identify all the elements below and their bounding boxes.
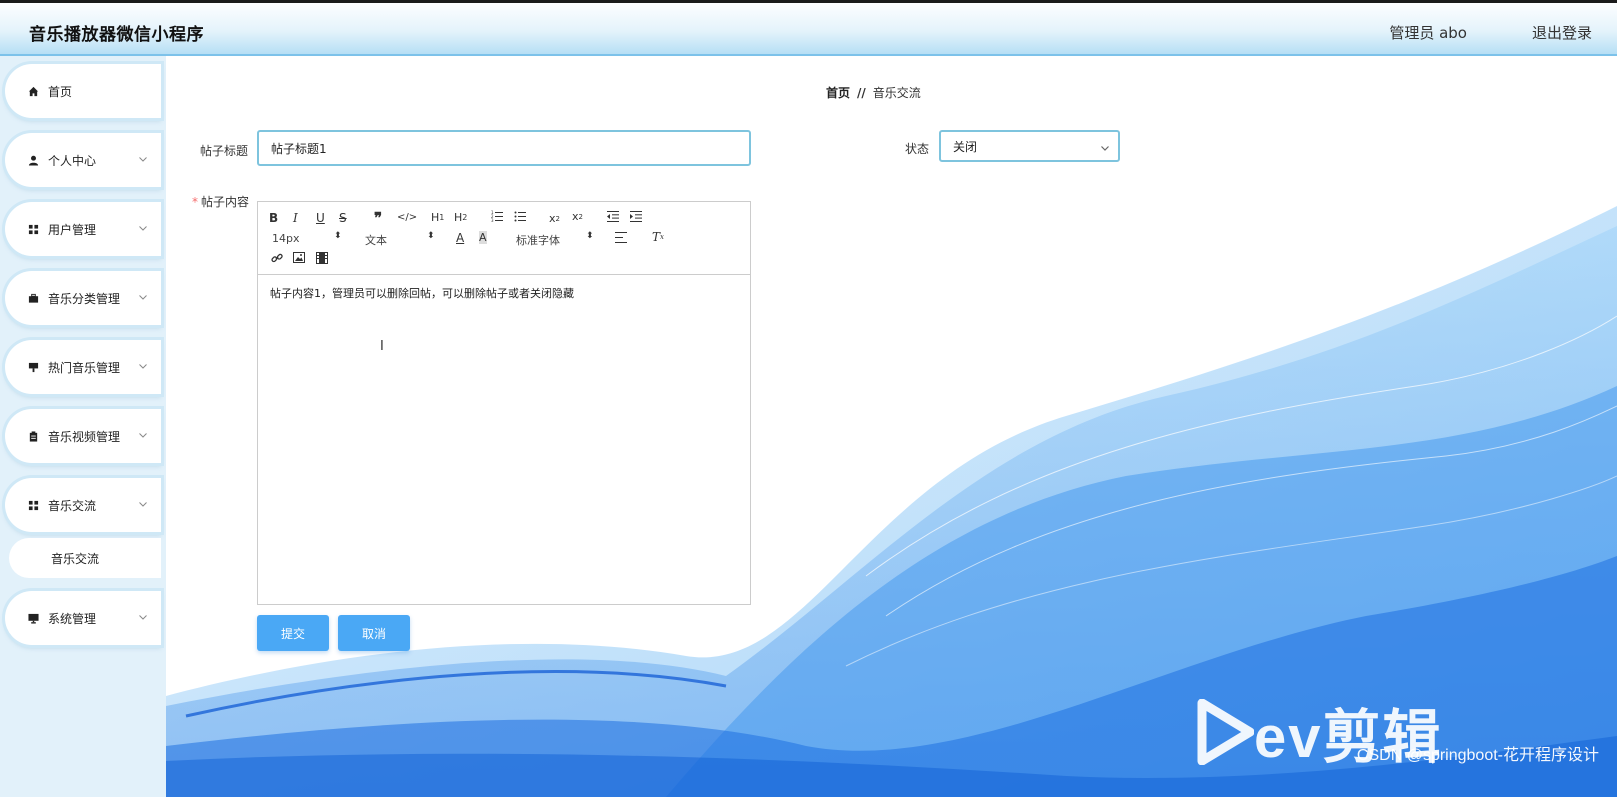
sidebar-item-label: 首页 [48, 84, 73, 99]
image-icon[interactable] [293, 252, 305, 263]
csdn-credit: CSDN @springboot-花开程序设计 [1356, 747, 1599, 764]
sidebar-item-label: 热门音乐管理 [48, 360, 121, 375]
submenu-item-music-exchange[interactable]: 音乐交流 [9, 538, 161, 578]
post-content-text: 帖子内容1，管理员可以删除回帖，可以删除帖子或者关闭隐藏 [270, 287, 574, 300]
text-cursor-icon: I [380, 339, 384, 354]
font-family-value: 标准字体 [516, 234, 560, 247]
sidebar-item-music-video[interactable]: 音乐视频管理 [5, 409, 161, 463]
status-select-value: 关闭 [953, 139, 978, 154]
home-icon [27, 85, 39, 97]
sidebar-item-home[interactable]: 首页 [5, 64, 161, 118]
outdent-icon[interactable] [607, 211, 619, 222]
text-color-icon[interactable]: A [456, 231, 464, 245]
ordered-list-icon[interactable]: 123 [491, 210, 503, 222]
post-content-label-text: 帖子内容 [201, 195, 250, 209]
grid-icon [27, 499, 39, 511]
clipboard-icon [27, 430, 39, 442]
svg-text:3: 3 [491, 218, 494, 222]
breadcrumb-home[interactable]: 首页 [826, 86, 850, 100]
breadcrumb: 首页 // 音乐交流 [826, 84, 921, 101]
background-color-icon[interactable]: A [479, 231, 487, 244]
chevron-down-icon [139, 364, 147, 369]
video-icon[interactable] [316, 252, 328, 264]
sidebar-item-label: 用户管理 [48, 222, 97, 237]
underline-icon[interactable]: U [316, 211, 325, 225]
chevron-down-icon [139, 502, 147, 507]
chevron-down-icon [139, 615, 147, 620]
status-label: 状态 [905, 142, 930, 156]
status-select[interactable]: 关闭 [939, 130, 1120, 162]
post-title-input[interactable]: 帖子标题1 [257, 130, 751, 166]
rich-text-editor: B I U S ❞ </> H1 H2 123 x2 x2 14px ⬍ 文本 ⬍ [257, 201, 751, 605]
align-icon[interactable] [615, 232, 627, 243]
post-title-label: 帖子标题 [200, 144, 249, 158]
chevron-down-icon [139, 433, 147, 438]
bold-icon[interactable]: B [269, 211, 278, 225]
font-size-select[interactable]: 14px ⬍ [272, 231, 342, 245]
sidebar-item-system-management[interactable]: 系统管理 [5, 591, 161, 645]
breadcrumb-current: 音乐交流 [872, 86, 921, 100]
flag-icon [27, 361, 39, 373]
sidebar-item-label: 个人中心 [48, 153, 97, 168]
chevron-down-icon [139, 295, 147, 300]
top-header: 音乐播放器微信小程序 管理员 abo 退出登录 [0, 0, 1617, 56]
clear-format-icon[interactable]: Tx [652, 230, 664, 244]
italic-icon[interactable]: I [293, 211, 298, 225]
font-size-value: 14px [272, 232, 300, 245]
header-select-value: 文本 [365, 234, 387, 247]
play-logo-icon [1197, 699, 1254, 765]
header-select[interactable]: 文本 ⬍ [365, 231, 435, 248]
blockquote-icon[interactable]: ❞ [374, 209, 382, 227]
superscript-icon[interactable]: x2 [572, 210, 583, 223]
grid-icon [27, 223, 39, 235]
sidebar-item-personal-center[interactable]: 个人中心 [5, 133, 161, 187]
app-title: 音乐播放器微信小程序 [29, 25, 204, 45]
sidebar-item-hot-music[interactable]: 热门音乐管理 [5, 340, 161, 394]
sidebar-item-label: 音乐视频管理 [48, 429, 121, 444]
user-icon [27, 154, 39, 166]
chevron-down-icon [139, 226, 147, 231]
required-star: * [192, 195, 198, 209]
submit-button[interactable]: 提交 [257, 615, 329, 651]
sidebar-item-music-category[interactable]: 音乐分类管理 [5, 271, 161, 325]
logout-link[interactable]: 退出登录 [1532, 22, 1592, 43]
admin-user-label: 管理员 abo [1389, 24, 1467, 42]
strikethrough-icon[interactable]: S [339, 211, 347, 225]
post-title-value: 帖子标题1 [271, 141, 327, 156]
link-icon[interactable] [271, 252, 283, 264]
header2-icon[interactable]: H2 [454, 211, 467, 224]
code-icon[interactable]: </> [397, 212, 417, 223]
sidebar: 首页 个人中心 用户管理 音乐分类管理 热门音乐管理 音乐视频管理 音乐交流 音… [0, 56, 166, 797]
monitor-icon [27, 612, 39, 624]
subscript-icon[interactable]: x2 [549, 212, 560, 225]
sidebar-item-label: 系统管理 [48, 611, 97, 626]
post-content-label: * 帖子内容 [192, 193, 249, 210]
font-family-select[interactable]: 标准字体 ⬍ [516, 231, 594, 248]
chevron-down-icon [1101, 146, 1109, 151]
chevron-down-icon [139, 157, 147, 162]
editor-content-area[interactable]: 帖子内容1，管理员可以删除回帖，可以删除帖子或者关闭隐藏 [258, 275, 750, 311]
sidebar-item-user-management[interactable]: 用户管理 [5, 202, 161, 256]
main-content: 首页 // 音乐交流 帖子标题 帖子标题1 状态 关闭 * 帖子内容 B I U S … [166, 56, 1617, 797]
cancel-button[interactable]: 取消 [338, 615, 410, 651]
breadcrumb-separator: // [857, 86, 866, 100]
sidebar-item-label: 音乐分类管理 [48, 291, 121, 306]
header1-icon[interactable]: H1 [431, 211, 444, 224]
sidebar-item-music-exchange[interactable]: 音乐交流 [5, 478, 161, 532]
indent-icon[interactable] [630, 211, 642, 222]
editor-toolbar: B I U S ❞ </> H1 H2 123 x2 x2 14px ⬍ 文本 ⬍ [258, 202, 750, 275]
briefcase-icon [27, 292, 39, 304]
sidebar-item-label: 音乐交流 [48, 498, 97, 513]
bullet-list-icon[interactable] [514, 210, 526, 222]
